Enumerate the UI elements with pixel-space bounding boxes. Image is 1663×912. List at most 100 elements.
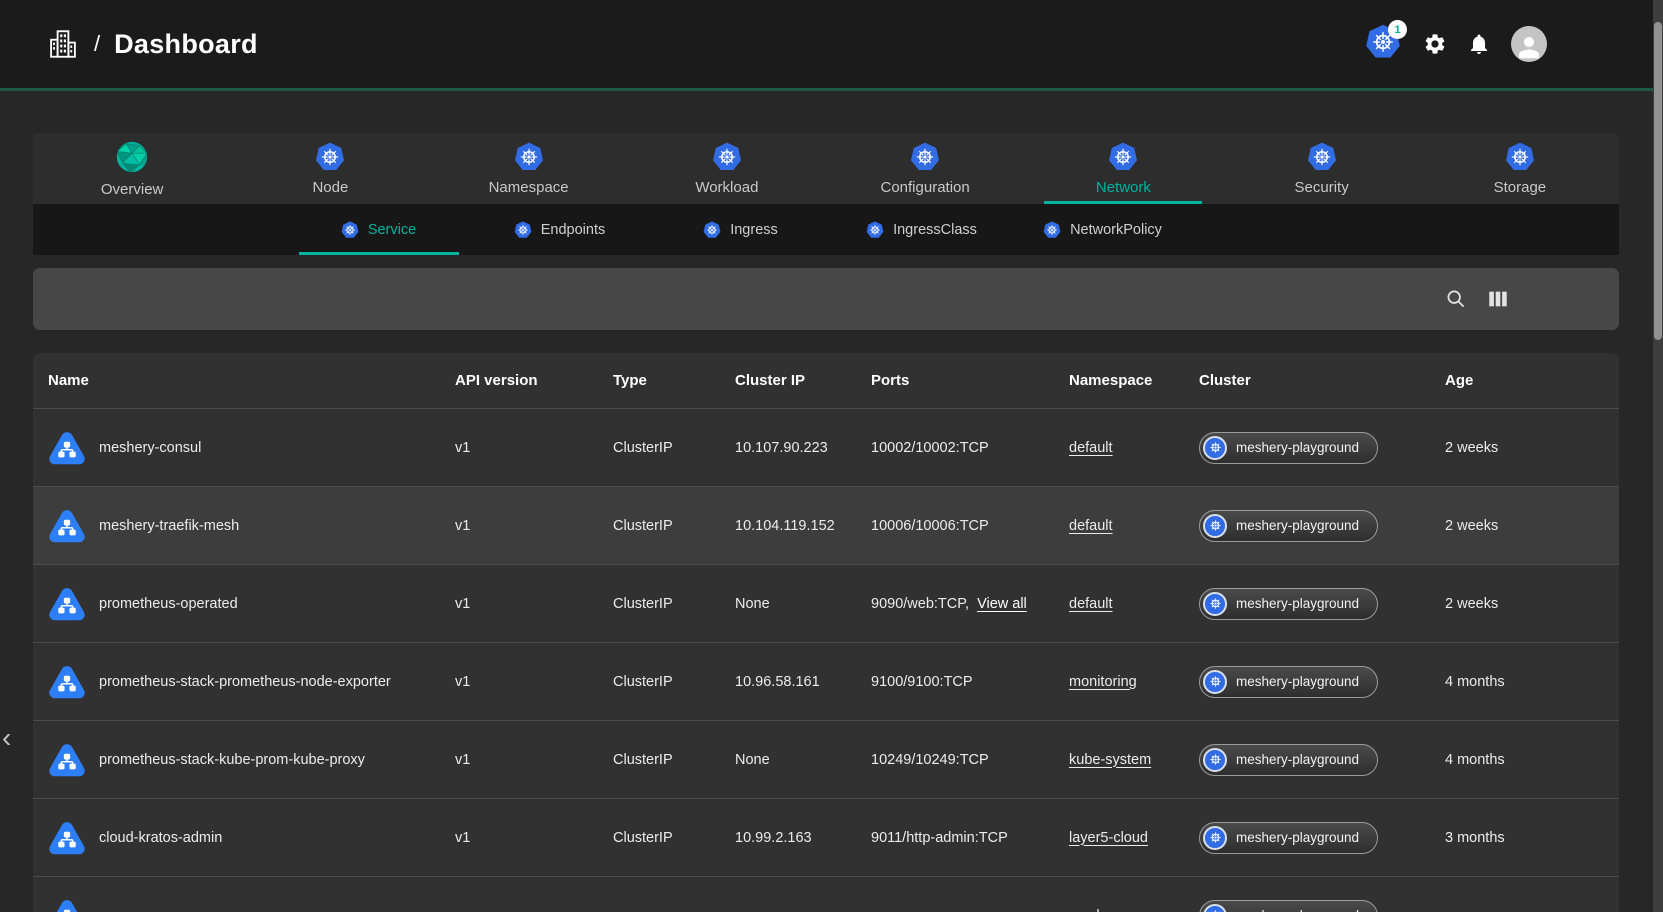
subtab-networkpolicy[interactable]: NetworkPolicy [1012, 204, 1193, 255]
tab-storage[interactable]: Storage [1421, 133, 1619, 204]
column-header-name[interactable]: Name [33, 372, 455, 389]
service-type: ClusterIP [613, 440, 735, 456]
person-icon [1514, 32, 1544, 62]
meshery-dashboard-app: / Dashboard 1 Overview Node Namesp [0, 0, 1663, 912]
api-version: v1 [455, 674, 613, 690]
subtab-label: IngressClass [893, 222, 977, 238]
kubernetes-icon [1203, 592, 1227, 616]
cluster-chip[interactable]: meshery-playground [1199, 588, 1378, 620]
tab-label: Security [1295, 179, 1349, 196]
kubernetes-icon [514, 142, 544, 172]
column-header-type[interactable]: Type [613, 372, 735, 389]
column-header-namespace[interactable]: Namespace [1069, 372, 1199, 389]
api-version: v1 [455, 596, 613, 612]
kubernetes-context-button[interactable]: 1 [1365, 24, 1403, 64]
tab-overview[interactable]: Overview [33, 133, 231, 204]
tab-namespace[interactable]: Namespace [430, 133, 628, 204]
table-row[interactable]: prometheus-stack-kube-prom-kube-proxy v1… [33, 720, 1619, 798]
api-version: v1 [455, 830, 613, 846]
view-all-link[interactable]: View all [977, 596, 1027, 612]
header-actions: 1 [1365, 24, 1663, 64]
age: 2 weeks [1445, 440, 1619, 456]
table-row[interactable]: meshery- meshery-playground [33, 876, 1619, 912]
table-row[interactable]: prometheus-stack-prometheus-node-exporte… [33, 642, 1619, 720]
search-icon[interactable] [1445, 288, 1467, 310]
namespace-link[interactable]: default [1069, 440, 1113, 456]
ports: 9090/web:TCP,View all [871, 596, 1069, 612]
kubernetes-icon [866, 221, 884, 239]
subtab-label: Ingress [730, 222, 778, 238]
service-icon [48, 741, 86, 779]
subtab-service[interactable]: Service [288, 204, 469, 255]
namespace-link[interactable]: layer5-cloud [1069, 830, 1148, 846]
column-header-cluster[interactable]: Cluster [1199, 372, 1445, 389]
notifications-bell-icon[interactable] [1467, 32, 1491, 56]
table-row[interactable]: cloud-kratos-admin v1 ClusterIP 10.99.2.… [33, 798, 1619, 876]
kubernetes-icon [1203, 826, 1227, 850]
table-toolbar [33, 268, 1619, 330]
cluster-chip[interactable]: meshery-playground [1199, 744, 1378, 776]
tab-security[interactable]: Security [1223, 133, 1421, 204]
namespace-link[interactable]: default [1069, 596, 1113, 612]
namespace-link[interactable]: kube-system [1069, 752, 1151, 768]
kubernetes-icon [1108, 142, 1138, 172]
ports: 9100/9100:TCP [871, 674, 1069, 690]
breadcrumb: / Dashboard [0, 27, 258, 61]
service-icon [48, 819, 86, 857]
kubernetes-icon [1203, 514, 1227, 538]
age: 2 weeks [1445, 518, 1619, 534]
kubernetes-icon [910, 142, 940, 172]
breadcrumb-separator: / [94, 31, 100, 57]
kubernetes-icon [1203, 904, 1227, 912]
ports: 10006/10006:TCP [871, 518, 1069, 534]
tab-network[interactable]: Network [1024, 133, 1222, 204]
tab-label: Namespace [489, 179, 569, 196]
settings-gear-icon[interactable] [1423, 32, 1447, 56]
namespace-link[interactable]: monitoring [1069, 674, 1137, 690]
tab-configuration[interactable]: Configuration [826, 133, 1024, 204]
subtab-ingress[interactable]: Ingress [650, 204, 831, 255]
cluster-chip[interactable]: meshery-playground [1199, 900, 1378, 912]
service-type: ClusterIP [613, 596, 735, 612]
kubernetes-icon [1043, 221, 1061, 239]
page-title: Dashboard [114, 29, 258, 60]
kubernetes-icon [341, 221, 359, 239]
column-header-api-version[interactable]: API version [455, 372, 613, 389]
table-row[interactable]: meshery-consul v1 ClusterIP 10.107.90.22… [33, 408, 1619, 486]
meshery-mesh-icon [115, 140, 149, 174]
tab-label: Workload [695, 179, 758, 196]
scrollbar-thumb[interactable] [1654, 22, 1662, 340]
kubernetes-icon [1203, 670, 1227, 694]
organization-building-icon[interactable] [46, 27, 80, 61]
subtab-ingressclass[interactable]: IngressClass [831, 204, 1012, 255]
tab-label: Storage [1494, 179, 1547, 196]
view-columns-icon[interactable] [1487, 288, 1509, 310]
scrollbar-track[interactable] [1653, 0, 1663, 912]
kubernetes-icon [1203, 436, 1227, 460]
network-subtabs: Service Endpoints Ingress IngressClass N… [33, 204, 1619, 255]
column-header-age[interactable]: Age [1445, 372, 1619, 389]
age: 4 months [1445, 674, 1619, 690]
namespace-link[interactable]: default [1069, 518, 1113, 534]
subtab-label: Endpoints [541, 222, 606, 238]
service-type: ClusterIP [613, 830, 735, 846]
cluster-ip: 10.107.90.223 [735, 440, 871, 456]
tab-node[interactable]: Node [231, 133, 429, 204]
cluster-chip[interactable]: meshery-playground [1199, 822, 1378, 854]
api-version: v1 [455, 518, 613, 534]
column-header-cluster-ip[interactable]: Cluster IP [735, 372, 871, 389]
ports [871, 908, 1069, 912]
tab-workload[interactable]: Workload [628, 133, 826, 204]
cluster-chip[interactable]: meshery-playground [1199, 510, 1378, 542]
chevron-left-icon[interactable]: ‹ [2, 724, 11, 752]
namespace-link[interactable]: meshery- [1069, 908, 1129, 912]
table-row[interactable]: prometheus-operated v1 ClusterIP None 90… [33, 564, 1619, 642]
cluster-chip[interactable]: meshery-playground [1199, 666, 1378, 698]
column-header-ports[interactable]: Ports [871, 372, 1069, 389]
kubernetes-icon [1505, 142, 1535, 172]
table-row[interactable]: meshery-traefik-mesh v1 ClusterIP 10.104… [33, 486, 1619, 564]
user-avatar[interactable] [1511, 26, 1547, 62]
tab-label: Node [312, 179, 348, 196]
cluster-chip[interactable]: meshery-playground [1199, 432, 1378, 464]
subtab-endpoints[interactable]: Endpoints [469, 204, 650, 255]
